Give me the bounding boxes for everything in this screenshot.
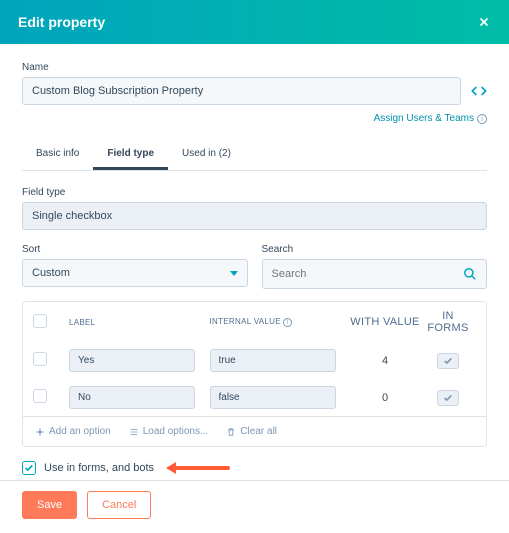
with-value-count: 4 xyxy=(350,355,420,367)
tab-used-in[interactable]: Used in (2) xyxy=(168,140,245,170)
sort-value: Custom xyxy=(32,267,70,279)
option-internal-input[interactable] xyxy=(210,349,336,372)
row-checkbox[interactable] xyxy=(33,389,47,403)
use-in-forms-label: Use in forms, and bots xyxy=(44,462,154,474)
col-internal: INTERNAL VALUEi xyxy=(210,317,351,327)
trash-icon xyxy=(226,427,236,437)
add-option-button[interactable]: Add an option xyxy=(35,426,111,437)
table-row: 0 xyxy=(23,379,486,416)
modal-header: Edit property xyxy=(0,0,509,44)
name-label: Name xyxy=(22,62,487,73)
search-icon xyxy=(463,267,477,281)
field-type-value: Single checkbox xyxy=(22,202,487,230)
tab-basic-info[interactable]: Basic info xyxy=(22,140,93,170)
code-icon[interactable] xyxy=(471,83,487,99)
col-with-value: WITH VALUE xyxy=(350,316,420,328)
annotation-arrow xyxy=(168,462,230,474)
col-label: LABEL xyxy=(69,318,210,327)
in-forms-toggle[interactable] xyxy=(437,390,459,406)
plus-icon xyxy=(35,427,45,437)
list-icon xyxy=(129,427,139,437)
col-in-forms: IN FORMS xyxy=(420,310,476,334)
option-internal-input[interactable] xyxy=(210,386,336,409)
modal-title: Edit property xyxy=(18,14,105,30)
sort-select[interactable]: Custom xyxy=(22,259,248,287)
row-checkbox[interactable] xyxy=(33,352,47,366)
info-icon: i xyxy=(477,114,487,124)
search-label: Search xyxy=(262,244,488,255)
name-input[interactable] xyxy=(22,77,461,105)
option-label-input[interactable] xyxy=(69,349,195,372)
sort-label: Sort xyxy=(22,244,248,255)
tabs: Basic info Field type Used in (2) xyxy=(22,140,487,171)
tab-field-type[interactable]: Field type xyxy=(93,140,168,170)
clear-all-button[interactable]: Clear all xyxy=(226,426,277,437)
info-icon: i xyxy=(283,318,292,327)
load-options-button[interactable]: Load options... xyxy=(129,426,209,437)
field-type-label: Field type xyxy=(22,187,487,198)
cancel-button[interactable]: Cancel xyxy=(87,491,151,519)
close-icon[interactable] xyxy=(477,15,491,29)
table-row: 4 xyxy=(23,342,486,379)
search-input[interactable] xyxy=(272,268,464,280)
use-in-forms-checkbox[interactable] xyxy=(22,461,36,475)
search-input-wrap[interactable] xyxy=(262,259,488,289)
chevron-down-icon xyxy=(230,271,238,276)
option-label-input[interactable] xyxy=(69,386,195,409)
select-all-checkbox[interactable] xyxy=(33,314,47,328)
footer: Save Cancel xyxy=(0,480,509,533)
save-button[interactable]: Save xyxy=(22,491,77,519)
in-forms-toggle[interactable] xyxy=(437,353,459,369)
options-table: LABEL INTERNAL VALUEi WITH VALUE IN FORM… xyxy=(22,301,487,447)
with-value-count: 0 xyxy=(350,392,420,404)
assign-users-link[interactable]: Assign Users & Teamsi xyxy=(22,113,487,124)
